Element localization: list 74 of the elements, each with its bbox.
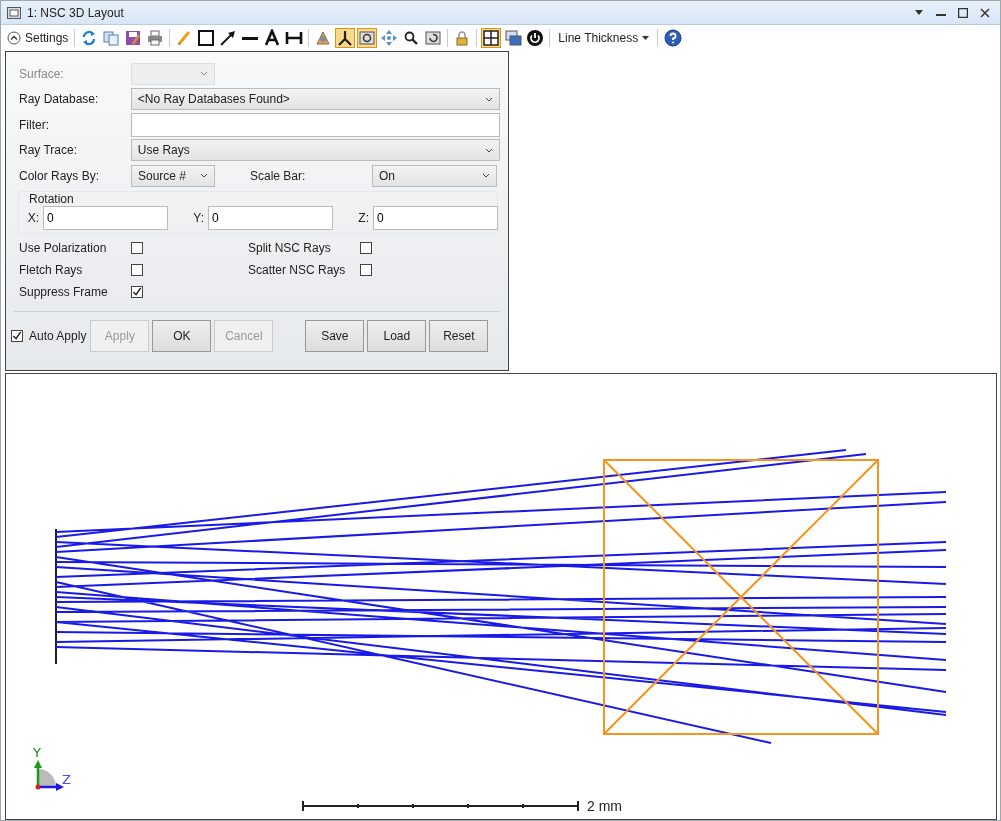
copy-icon <box>102 29 121 47</box>
chevron-icon <box>482 173 490 179</box>
chevron-icon <box>200 71 208 77</box>
rotation-field[interactable]: 0 <box>43 205 168 230</box>
auto-apply-checkbox[interactable] <box>11 329 23 342</box>
checkbox[interactable] <box>131 263 143 276</box>
rotation-field[interactable]: 0 <box>373 205 498 230</box>
filter-label: Filter: <box>19 117 50 132</box>
text-icon <box>263 29 282 47</box>
windows-icon <box>504 29 523 47</box>
undo-zoom-icon <box>424 29 443 47</box>
rotation-axis-label: X: <box>26 210 39 225</box>
dialog-button[interactable]: OK <box>152 319 212 352</box>
window-title: 1: NSC 3D Layout <box>27 5 124 20</box>
power-icon <box>526 29 545 47</box>
rotate-menu-icon <box>314 29 333 47</box>
dropdown-icon[interactable] <box>914 9 924 16</box>
checkbox-label: Scatter NSC Rays <box>248 262 347 277</box>
chevron-icon <box>485 147 493 153</box>
rectangle-icon <box>197 29 216 47</box>
toolbar-button[interactable] <box>335 28 356 48</box>
pan-icon <box>380 29 399 47</box>
rotation-axis-label: Z: <box>357 210 369 225</box>
checkbox[interactable] <box>131 241 143 254</box>
toolbar-button[interactable] <box>423 28 444 48</box>
color-rays-by-label: Color Rays By: <box>19 168 101 183</box>
filter-field[interactable] <box>130 112 500 137</box>
frame-icon <box>482 29 501 47</box>
toolbar-button[interactable] <box>357 28 378 48</box>
rotation-field[interactable]: 0 <box>208 205 333 230</box>
toolbar-button[interactable] <box>503 28 524 48</box>
collapse-icon <box>7 31 21 45</box>
ray-trace-label: Ray Trace: <box>19 143 79 158</box>
auto-apply-label: Auto Apply <box>29 328 87 343</box>
checkbox[interactable] <box>360 241 372 254</box>
scale-bar-label: 2 mm <box>587 798 622 814</box>
settings-toggle[interactable]: Settings <box>5 31 71 45</box>
maximize-icon[interactable] <box>958 7 968 18</box>
checkbox-label: Suppress Frame <box>19 284 109 299</box>
chevron-icon <box>200 173 208 179</box>
arrow-icon <box>219 29 238 47</box>
save-icon <box>124 29 143 47</box>
dialog-button[interactable]: Load <box>367 319 427 352</box>
checkbox-label: Split NSC Rays <box>248 240 332 255</box>
checkbox-label: Fletch Rays <box>19 262 84 277</box>
ray-trace-dropdown[interactable]: Use Rays <box>130 139 500 162</box>
checkbox[interactable] <box>360 263 372 276</box>
checkbox-label: Use Polarization <box>19 240 108 255</box>
dimension-icon <box>285 29 304 47</box>
rotate-view-icon <box>358 29 377 47</box>
rotation-title: Rotation <box>29 191 75 206</box>
toolbar-button[interactable] <box>196 28 217 48</box>
scale-bar-label: Scale Bar: <box>250 168 307 183</box>
ray-database-dropdown[interactable]: <No Ray Databases Found> <box>130 88 500 111</box>
dialog-button[interactable]: Save <box>305 319 365 352</box>
dialog-button[interactable]: Reset <box>429 319 489 352</box>
window-icon <box>7 6 21 19</box>
chevron-icon <box>485 96 493 102</box>
printer-icon <box>146 29 165 47</box>
axis-triad-icon <box>34 760 64 791</box>
toolbar-button[interactable] <box>525 28 546 48</box>
line-thickness-dropdown[interactable]: Line Thickness <box>554 31 654 45</box>
y-axis-label: Y <box>33 745 41 760</box>
rotation-axis-label: Y: <box>192 210 204 225</box>
checkbox[interactable] <box>131 285 143 298</box>
scale-bar-dropdown[interactable]: On <box>372 164 497 187</box>
z-axis-label: Z <box>62 772 71 787</box>
ray-database-label: Ray Database: <box>19 92 100 107</box>
caret-icon <box>642 36 650 40</box>
color-rays-by-dropdown[interactable]: Source # <box>131 164 215 187</box>
surface-label: Surface: <box>19 66 65 81</box>
toolbar-button[interactable] <box>481 28 502 48</box>
close-icon[interactable] <box>980 7 990 18</box>
help-icon[interactable] <box>664 29 683 47</box>
